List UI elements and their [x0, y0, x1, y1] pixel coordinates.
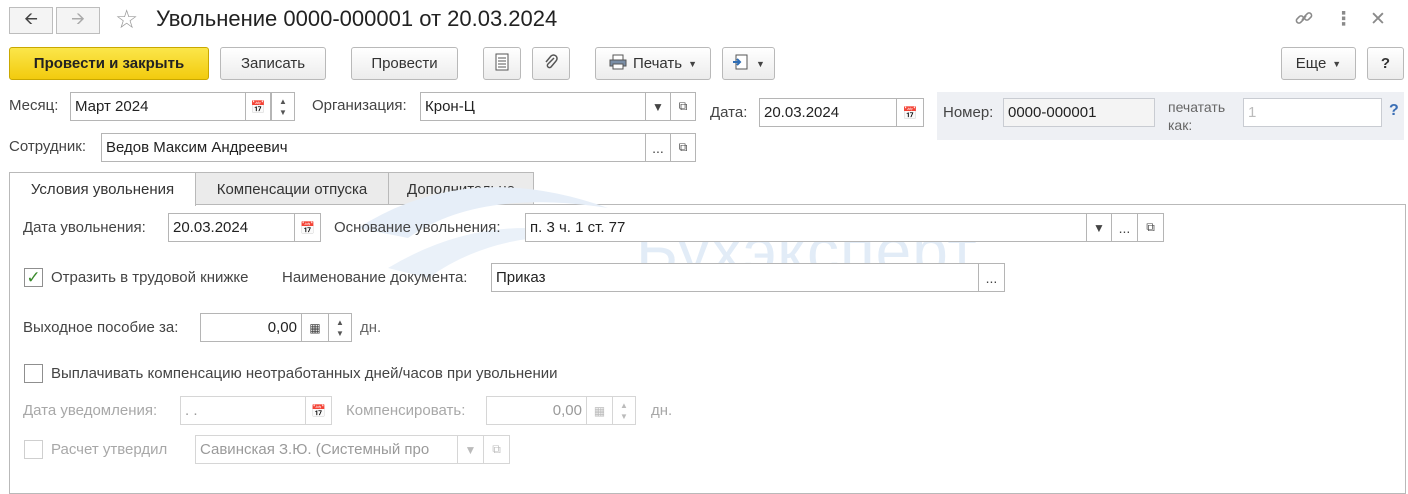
organization-input[interactable]: Крон-Ц — [420, 92, 646, 121]
window-title: Увольнение 0000-000001 от 20.03.2024 — [156, 6, 558, 31]
chevron-down-icon: ▼ — [1332, 58, 1342, 69]
printer-icon — [609, 54, 627, 74]
approved-input[interactable]: Савинская З.Ю. (Системный про — [195, 435, 458, 464]
create-based-on-button[interactable]: ▼ — [722, 47, 775, 80]
basis-label: Основание увольнения: — [334, 219, 501, 236]
compensate-label: Компенсировать: — [346, 402, 466, 419]
calculator-icon[interactable]: ▦ — [301, 313, 329, 342]
chevron-down-icon: ▼ — [688, 58, 698, 69]
print-button[interactable]: Печать ▼ — [595, 47, 711, 80]
save-button[interactable]: Записать — [220, 47, 326, 80]
back-button[interactable]: 🡨 — [9, 7, 53, 34]
basis-input[interactable]: п. 3 ч. 1 ст. 77 — [525, 213, 1087, 242]
calendar-icon[interactable]: 📅 — [294, 213, 321, 242]
workbook-checkbox-label: Отразить в трудовой книжке — [51, 269, 249, 286]
compensate-unit: дн. — [651, 402, 673, 419]
help-button[interactable]: ? — [1367, 47, 1404, 80]
severance-unit: дн. — [360, 319, 382, 336]
number-label: Номер: — [943, 104, 994, 121]
compensation-checkbox[interactable] — [24, 364, 43, 383]
post-button[interactable]: Провести — [351, 47, 458, 80]
print-as-label: печатать — [1168, 99, 1226, 115]
select-ellipsis-icon[interactable]: ... — [645, 133, 671, 162]
notice-date-label: Дата уведомления: — [23, 402, 158, 419]
paperclip-icon — [543, 53, 559, 75]
chevron-down-icon: ▼ — [756, 58, 765, 69]
chevron-down-icon[interactable]: ▼ — [457, 435, 484, 464]
open-form-icon[interactable]: ⧉ — [1137, 213, 1164, 242]
employee-input[interactable]: Ведов Максим Андреевич — [101, 133, 646, 162]
severance-stepper[interactable]: ▲ ▼ — [328, 313, 352, 342]
dismissal-date-label: Дата увольнения: — [23, 219, 146, 236]
date-label: Дата: — [710, 104, 748, 121]
create-document-icon — [732, 53, 750, 75]
more-button[interactable]: Еще ▼ — [1281, 47, 1356, 80]
month-stepper[interactable]: ▲ ▼ — [271, 92, 295, 121]
post-and-close-button[interactable]: Провести и закрыть — [9, 47, 209, 80]
compensation-checkbox-label: Выплачивать компенсацию неотработанных д… — [51, 365, 558, 382]
link-icon[interactable] — [1294, 8, 1314, 34]
organization-label: Организация: — [312, 97, 407, 114]
severance-input[interactable]: 0,00 — [200, 313, 302, 342]
document-name-label: Наименование документа: — [282, 269, 468, 286]
employee-label: Сотрудник: — [9, 138, 87, 155]
chevron-down-icon[interactable]: ▼ — [1086, 213, 1112, 242]
compensate-input[interactable]: 0,00 — [486, 396, 587, 425]
arrow-left-icon: 🡨 — [24, 9, 38, 28]
severance-label: Выходное пособие за: — [23, 319, 179, 336]
attach-button[interactable] — [532, 47, 570, 80]
calendar-icon[interactable]: 📅 — [896, 98, 924, 127]
document-list-button[interactable] — [483, 47, 521, 80]
notice-date-input[interactable]: . . — [180, 396, 306, 425]
forward-button[interactable]: 🡪 — [56, 7, 100, 34]
open-form-icon[interactable]: ⧉ — [670, 133, 696, 162]
dismissal-date-input[interactable]: 20.03.2024 — [168, 213, 295, 242]
print-as-label-line2: как: — [1168, 117, 1193, 133]
more-button-label: Еще — [1295, 55, 1327, 72]
number-field: 0000-000001 — [1003, 98, 1155, 127]
favorite-star-icon[interactable]: ☆ — [115, 4, 138, 35]
date-input[interactable]: 20.03.2024 — [759, 98, 897, 127]
select-ellipsis-icon[interactable]: ... — [978, 263, 1005, 292]
help-question-icon[interactable]: ? — [1389, 102, 1399, 120]
select-ellipsis-icon[interactable]: ... — [1111, 213, 1138, 242]
list-document-icon — [495, 53, 509, 75]
calculator-icon[interactable]: ▦ — [586, 396, 613, 425]
approved-label: Расчет утвердил — [51, 441, 168, 458]
compensate-stepper[interactable]: ▲ ▼ — [612, 396, 636, 425]
open-form-icon[interactable]: ⧉ — [670, 92, 696, 121]
document-name-input[interactable]: Приказ — [491, 263, 979, 292]
month-input[interactable]: Март 2024 — [70, 92, 246, 121]
calendar-icon[interactable]: 📅 — [305, 396, 332, 425]
print-as-input[interactable]: 1 — [1243, 98, 1382, 127]
month-label: Месяц: — [9, 97, 59, 114]
workbook-checkbox[interactable]: ✓ — [24, 268, 43, 287]
more-vertical-icon[interactable]: ⋮ — [1334, 8, 1353, 31]
chevron-down-icon[interactable]: ▼ — [645, 92, 671, 121]
close-icon[interactable]: ✕ — [1370, 8, 1386, 31]
approved-checkbox[interactable] — [24, 440, 43, 459]
arrow-right-icon: 🡪 — [71, 9, 85, 28]
tab-dismissal-conditions[interactable]: Условия увольнения — [9, 172, 196, 206]
open-form-icon[interactable]: ⧉ — [483, 435, 510, 464]
print-button-label: Печать — [632, 55, 683, 72]
calendar-icon[interactable]: 📅 — [245, 92, 271, 121]
check-icon: ✓ — [26, 267, 41, 287]
